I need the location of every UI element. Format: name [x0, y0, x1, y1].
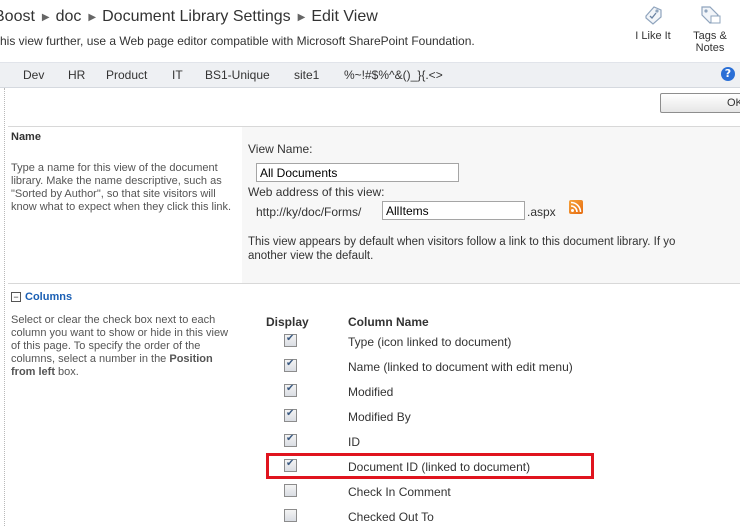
view-name-label: View Name:	[248, 142, 313, 156]
display-checkbox[interactable]	[284, 383, 297, 397]
rss-icon[interactable]	[569, 200, 583, 214]
url-suffix: .aspx	[527, 205, 556, 219]
highlight-box	[266, 453, 594, 479]
breadcrumb-site-link[interactable]: Boost	[0, 8, 35, 26]
column-name-label: Name (linked to document with edit menu)	[348, 360, 573, 374]
default-view-note-line2: another view the default.	[248, 250, 374, 262]
display-checkbox[interactable]	[284, 408, 297, 422]
column-name-label: Check In Comment	[348, 485, 451, 499]
breadcrumb-settings-link[interactable]: Document Library Settings	[102, 8, 291, 26]
display-checkbox[interactable]	[284, 358, 297, 372]
nav-item-it[interactable]: IT	[172, 68, 183, 82]
collapse-icon[interactable]: −	[11, 292, 21, 302]
display-checkbox[interactable]	[284, 433, 297, 447]
nav-item-bs1-unique[interactable]: BS1-Unique	[205, 68, 270, 82]
display-checkbox[interactable]	[284, 509, 297, 522]
columns-section-title[interactable]: Columns	[25, 291, 72, 303]
breadcrumb-arrow-icon: ▶	[41, 11, 50, 23]
tags-notes-label-line2: Notes	[695, 42, 725, 54]
web-address-label: Web address of this view:	[248, 185, 385, 199]
nav-item-hr[interactable]: HR	[68, 68, 85, 82]
display-checkbox[interactable]	[284, 333, 297, 347]
nav-item-dev[interactable]: Dev	[23, 68, 44, 82]
column-name-label: ID	[348, 435, 360, 449]
top-nav-bar: Dev HR Product IT BS1-Unique site1 %~!#$…	[0, 62, 740, 88]
column-name-label: Checked Out To	[348, 510, 434, 524]
i-like-it-label: I Like It	[635, 30, 671, 42]
left-dotted-border	[4, 88, 5, 526]
breadcrumb-arrow-icon: ▶	[88, 11, 97, 23]
breadcrumb-current-page: Edit View	[311, 8, 378, 25]
default-view-note-line1: This view appears by default when visito…	[248, 236, 676, 248]
display-column-header: Display	[266, 315, 309, 329]
column-name-header: Column Name	[348, 315, 429, 329]
breadcrumb: Boost ▶ doc ▶ Document Library Settings ▶ Edit…	[0, 8, 378, 30]
nav-item-site1[interactable]: site1	[294, 68, 319, 82]
nav-item-special-chars[interactable]: %~!#$%^&()_}{.<>	[344, 68, 443, 82]
view-name-input[interactable]	[256, 163, 459, 182]
tags-notes-label-line1: Tags &	[693, 30, 727, 42]
breadcrumb-library-link[interactable]: doc	[56, 8, 82, 26]
nav-item-product[interactable]: Product	[106, 68, 147, 82]
display-checkbox[interactable]	[284, 484, 297, 497]
page-description: his view further, use a Web page editor …	[0, 34, 475, 48]
tags-notes-icon	[698, 4, 722, 26]
url-prefix: http://ky/doc/Forms/	[256, 205, 362, 219]
column-name-label: Modified	[348, 385, 394, 399]
section-divider	[8, 283, 740, 284]
name-section-description: Type a name for this view of the documen…	[11, 162, 232, 213]
ok-button[interactable]: OK	[660, 93, 740, 113]
thumbs-up-tag-icon	[641, 4, 665, 26]
i-like-it-button[interactable]: I Like It	[623, 4, 683, 42]
web-address-input[interactable]	[382, 201, 525, 220]
columns-section-description: Select or clear the check box next to ea…	[11, 314, 229, 378]
breadcrumb-arrow-icon: ▶	[297, 11, 306, 23]
help-icon[interactable]: ?	[721, 67, 735, 81]
name-section-title: Name	[11, 131, 41, 143]
column-name-label: Type (icon linked to document)	[348, 335, 512, 349]
column-name-label: Modified By	[348, 410, 411, 424]
tags-notes-button[interactable]: Tags & Notes	[680, 4, 740, 54]
